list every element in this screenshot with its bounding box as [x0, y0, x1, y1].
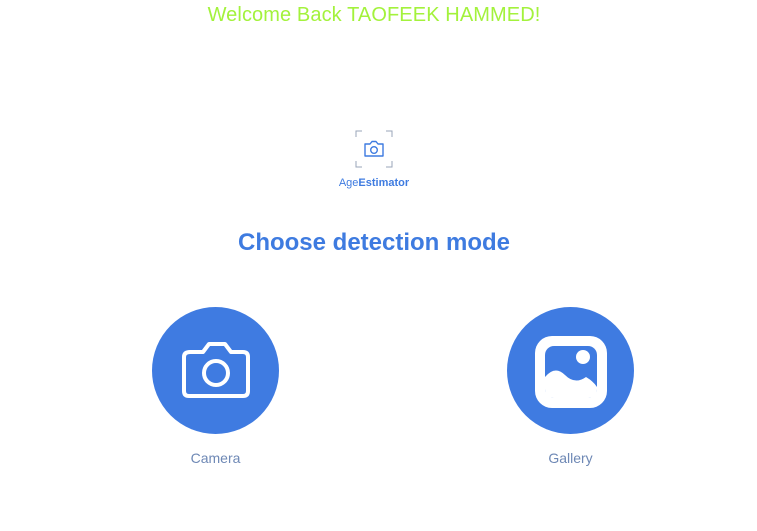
app-name: AgeEstimator: [330, 176, 418, 190]
gallery-mode-button[interactable]: Gallery: [507, 307, 635, 469]
app-name-bold: Estimator: [358, 177, 410, 189]
gallery-mode-label: Gallery: [548, 450, 593, 466]
image-icon: [535, 336, 607, 408]
camera-mode-button[interactable]: Camera: [152, 307, 280, 469]
app-logo: AgeEstimator: [330, 130, 418, 192]
page: Welcome Back TAOFEEK HAMMED! AgeEstimato…: [0, 0, 757, 531]
camera-icon: [182, 342, 250, 398]
camera-viewfinder-icon: [355, 130, 393, 168]
welcome-message: Welcome Back TAOFEEK HAMMED!: [207, 4, 541, 26]
app-name-light: Age: [338, 177, 359, 189]
camera-mode-circle[interactable]: [152, 307, 279, 434]
gallery-mode-circle[interactable]: [507, 307, 634, 434]
page-title: Choose detection mode: [237, 229, 511, 256]
camera-mode-label: Camera: [190, 450, 241, 466]
